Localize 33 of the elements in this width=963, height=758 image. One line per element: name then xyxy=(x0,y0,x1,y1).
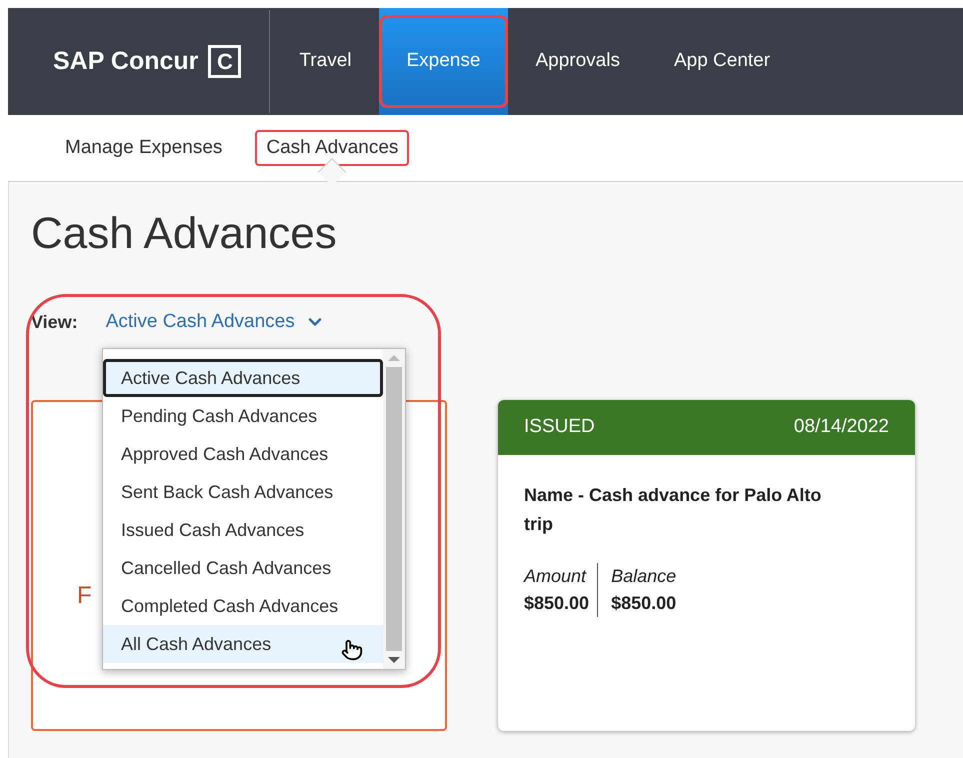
date-label: 08/14/2022 xyxy=(794,414,889,439)
dropdown-option[interactable]: Cancelled Cash Advances xyxy=(103,549,383,587)
scroll-thumb[interactable] xyxy=(386,367,402,651)
dropdown-option[interactable]: Pending Cash Advances xyxy=(103,397,383,435)
dropdown-option[interactable]: Issued Cash Advances xyxy=(103,511,383,549)
amount-label: Amount xyxy=(524,564,588,588)
scroll-up-icon xyxy=(388,355,400,361)
nav-tab[interactable]: Expense xyxy=(378,8,508,115)
dropdown-option[interactable]: Completed Cash Advances xyxy=(103,587,383,625)
brand-name: SAP Concur xyxy=(53,46,198,77)
balance-label: Balance xyxy=(611,564,676,588)
dropdown-option[interactable]: Sent Back Cash Advances xyxy=(103,473,383,511)
logo-icon: C xyxy=(208,45,242,78)
page-title: Cash Advances xyxy=(31,208,338,260)
view-dropdown[interactable]: Active Cash Advances xyxy=(106,308,325,336)
amount-value: $850.00 xyxy=(524,592,590,614)
scrollbar[interactable] xyxy=(383,349,405,669)
nav-tab[interactable]: Approvals xyxy=(508,8,647,115)
status-label: ISSUED xyxy=(524,414,595,439)
advance-name: Name - Cash advance for Palo Alto trip xyxy=(524,484,822,536)
balance-value: $850.00 xyxy=(611,592,676,614)
card-text: F xyxy=(77,580,92,610)
cash-advance-card[interactable]: ISSUED 08/14/2022 Name - Cash advance for Palo Alto trip Amount $850.00 Balance $850.00 xyxy=(498,400,915,730)
nav-tab[interactable]: Travel xyxy=(272,8,378,115)
nav-tab[interactable]: App Center xyxy=(646,8,798,115)
dropdown-option[interactable]: All Cash Advances xyxy=(103,625,383,663)
dropdown-option[interactable]: Approved Cash Advances xyxy=(103,435,383,473)
subnav-link[interactable]: Cash Advances xyxy=(255,130,410,166)
dropdown-option[interactable]: Active Cash Advances xyxy=(103,359,383,397)
scroll-down-icon xyxy=(388,657,400,663)
subnav-link[interactable]: Manage Expenses xyxy=(54,130,234,166)
view-label: View: xyxy=(31,310,78,334)
hand-cursor-icon xyxy=(341,639,363,661)
